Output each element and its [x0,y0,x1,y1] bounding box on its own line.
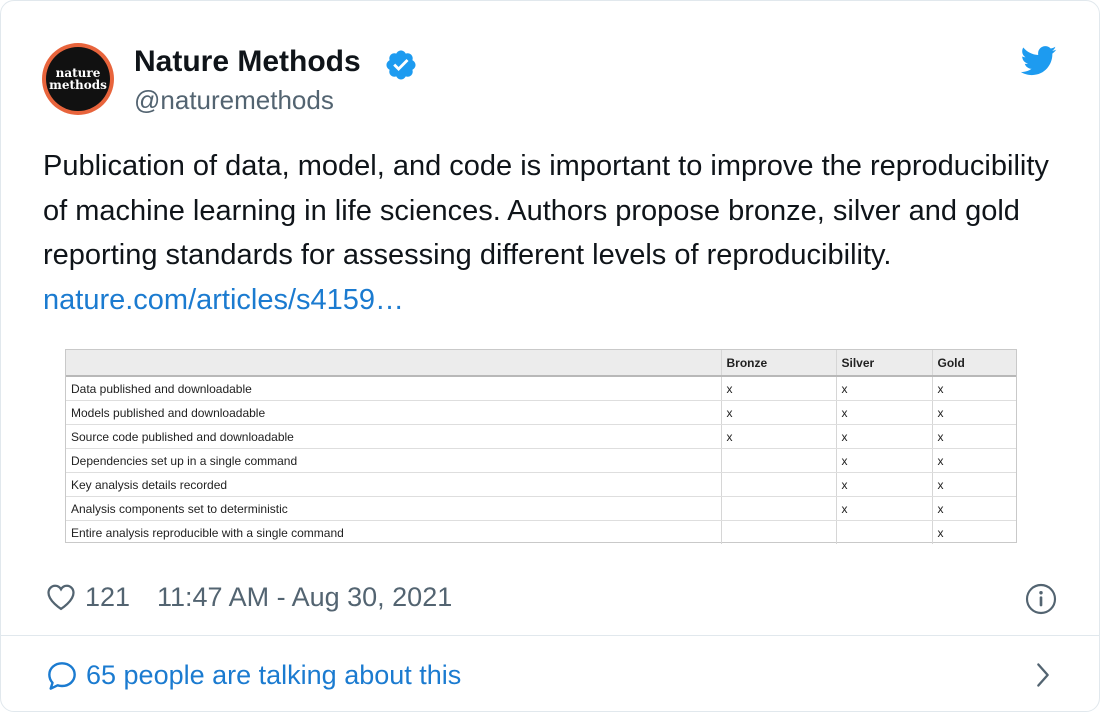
table-row: Dependencies set up in a single command … [66,448,1016,473]
table-row: Data published and downloadable x x x [66,376,1016,401]
row-label: Key analysis details recorded [66,472,721,497]
twitter-bird-icon[interactable] [1021,46,1057,76]
table-row: Analysis components set to deterministic… [66,496,1016,521]
chevron-right-icon[interactable] [1033,661,1053,689]
row-label: Dependencies set up in a single command [66,448,721,473]
gold-cell: x [931,520,1016,544]
verified-badge-icon [386,50,416,80]
account-handle[interactable]: @naturemethods [134,84,334,116]
table-row: Models published and downloadable x x x [66,400,1016,425]
gold-cell: x [931,400,1016,425]
header-gold: Gold [931,350,1016,377]
table-row: Source code published and downloadable x… [66,424,1016,449]
table-row: Key analysis details recorded x x [66,472,1016,497]
chat-bubble-icon [48,662,76,690]
gold-cell: x [931,448,1016,473]
gold-cell: x [931,472,1016,497]
bronze-cell [720,472,836,497]
gold-cell: x [931,424,1016,449]
article-link[interactable]: nature.com/articles/s4159… [43,284,404,316]
silver-cell: x [835,424,932,449]
table-row: Entire analysis reproducible with a sing… [66,520,1016,544]
gold-cell: x [931,496,1016,521]
row-label: Entire analysis reproducible with a sing… [71,525,344,540]
header-bronze: Bronze [720,350,836,377]
avatar-text-line2: methods [49,78,107,92]
bronze-cell: x [720,400,836,425]
reproducibility-standards-table: Bronze Silver Gold Data published and do… [66,350,1016,544]
tweet-timestamp[interactable]: 11:47 AM - Aug 30, 2021 [157,579,452,615]
bronze-cell [720,448,836,473]
silver-cell: x [835,472,932,497]
tweet-body: Publication of data, model, and code is … [43,150,1049,271]
header-criteria [66,350,721,377]
bronze-cell: x [720,376,836,401]
attached-table-image[interactable]: Bronze Silver Gold Data published and do… [65,349,1017,544]
row-label: Source code published and downloadable [66,424,721,449]
silver-cell: x [835,448,932,473]
bronze-cell: x [720,424,836,449]
divider [1,635,1099,636]
bronze-cell [720,520,836,544]
tweet-footer: 121 11:47 AM - Aug 30, 2021 [1,571,1099,626]
info-icon[interactable] [1025,583,1057,615]
bronze-cell [720,496,836,521]
gold-cell: x [931,376,1016,401]
conversation-row[interactable]: 65 people are talking about this [1,637,1099,711]
tweet-text: Publication of data, model, and code is … [43,144,1053,322]
heart-icon[interactable] [46,583,76,611]
like-count[interactable]: 121 [85,579,130,615]
tweet-card: nature methods Nature Methods @naturemet… [0,0,1100,712]
silver-cell: x [835,376,932,401]
avatar[interactable]: nature methods [42,43,114,115]
row-label: Models published and downloadable [66,400,721,425]
table-header-row: Bronze Silver Gold [66,350,1016,377]
row-label: Data published and downloadable [66,376,721,401]
silver-cell: x [835,496,932,521]
silver-cell: x [835,400,932,425]
row-label: Analysis components set to deterministic [66,496,721,521]
header-silver: Silver [835,350,932,377]
display-name[interactable]: Nature Methods [134,44,361,80]
avatar-logo: nature methods [46,47,110,111]
silver-cell [835,520,932,544]
conversation-link[interactable]: 65 people are talking about this [86,657,461,693]
